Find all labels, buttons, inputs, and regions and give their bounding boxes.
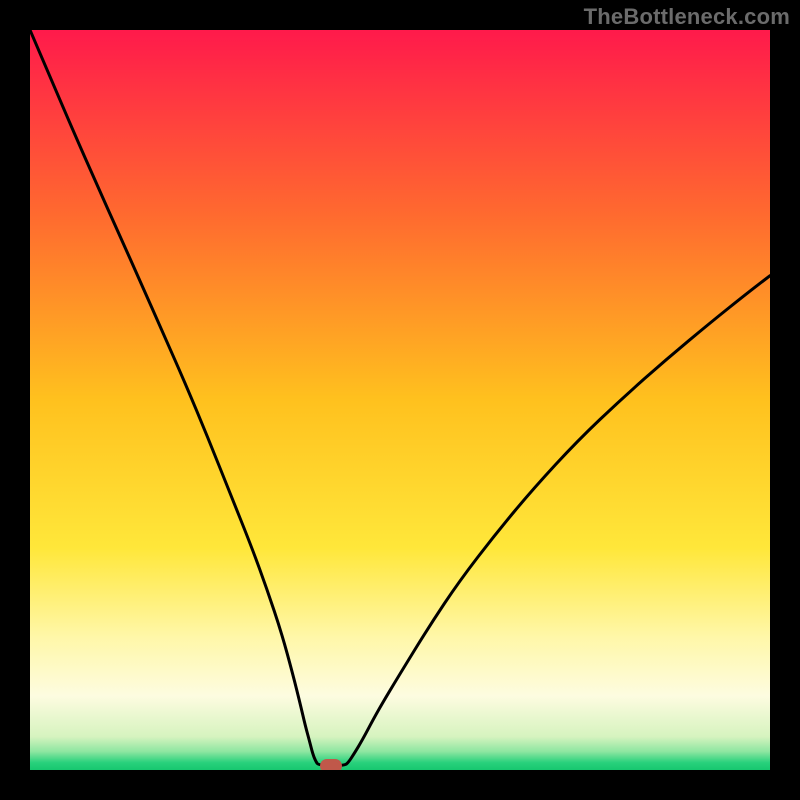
optimum-marker	[320, 759, 342, 770]
plot-area	[30, 30, 770, 770]
chart-frame: TheBottleneck.com	[0, 0, 800, 800]
watermark-text: TheBottleneck.com	[584, 4, 790, 30]
gradient-background	[30, 30, 770, 770]
chart-svg	[30, 30, 770, 770]
